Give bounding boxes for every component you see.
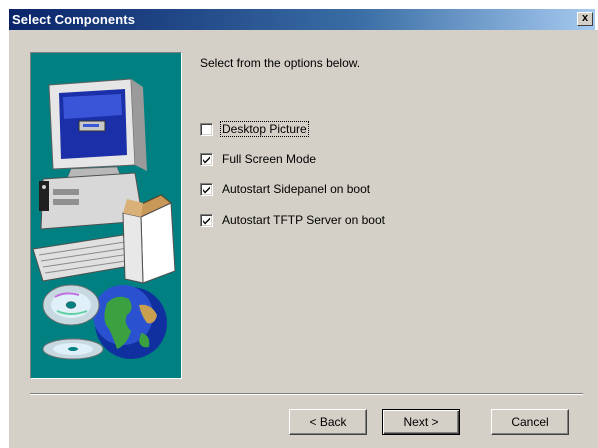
desktop-picture-checkbox[interactable] (200, 122, 213, 136)
next-button-label: Next > (403, 415, 439, 429)
close-button[interactable]: x (577, 12, 593, 26)
option-autostart-sidepanel[interactable]: Autostart Sidepanel on boot (200, 181, 371, 197)
option-desktop-picture[interactable]: Desktop Picture (200, 121, 309, 137)
option-label: Desktop Picture (220, 121, 309, 137)
option-label: Full Screen Mode (222, 152, 317, 166)
button-separator (30, 393, 583, 395)
instruction-text: Select from the options below. (200, 56, 361, 70)
option-full-screen-mode[interactable]: Full Screen Mode (200, 151, 317, 167)
checkmark-icon (203, 217, 210, 224)
option-label: Autostart Sidepanel on boot (222, 182, 371, 196)
next-button[interactable]: Next > (382, 409, 460, 435)
checkmark-icon (203, 186, 210, 193)
checkmark-icon (203, 156, 210, 163)
autostart-sidepanel-checkbox[interactable] (200, 182, 213, 196)
cancel-button[interactable]: Cancel (491, 409, 569, 435)
computer-with-globe-and-cds-icon (32, 78, 176, 360)
autostart-tftp-server-checkbox[interactable] (200, 213, 213, 227)
setup-dialog: Select Components x Select from the opti… (0, 0, 598, 448)
window-title: Select Components (12, 12, 136, 27)
back-button[interactable]: < Back (289, 409, 367, 435)
cancel-button-label: Cancel (511, 415, 549, 429)
option-autostart-tftp-server[interactable]: Autostart TFTP Server on boot (200, 212, 386, 228)
title-bar[interactable]: Select Components x (9, 9, 595, 30)
dialog-body: Select from the options below. Desktop P… (9, 30, 598, 448)
option-label: Autostart TFTP Server on boot (222, 213, 385, 227)
back-button-label: < Back (309, 415, 347, 429)
side-panel-illustration (30, 52, 182, 379)
full-screen-mode-checkbox[interactable] (200, 152, 213, 166)
